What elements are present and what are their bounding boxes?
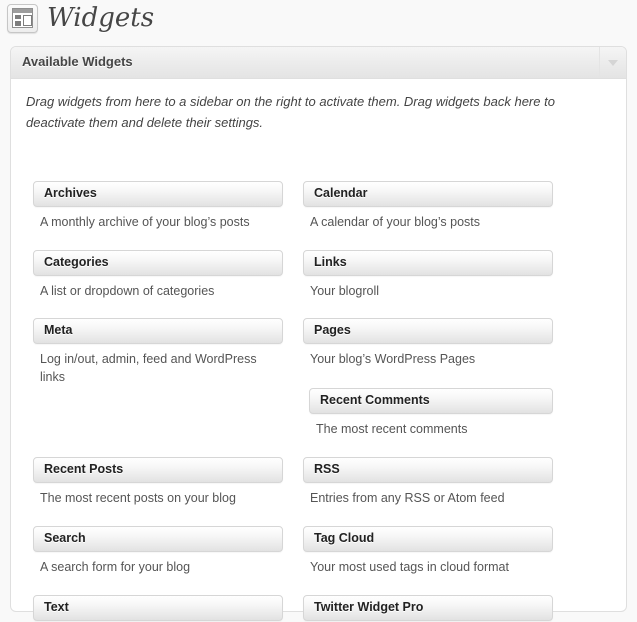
widget-drag-handle[interactable]: Calendar bbox=[303, 181, 553, 207]
widget-title: Tag Cloud bbox=[314, 531, 375, 545]
widget-card[interactable]: Links Your blogroll bbox=[303, 250, 553, 298]
widget-title: Links bbox=[314, 255, 347, 269]
widget-title: Recent Comments bbox=[320, 393, 430, 407]
widget-drag-handle[interactable]: Recent Comments bbox=[309, 388, 553, 414]
widget-card[interactable]: Calendar A calendar of your blog’s posts bbox=[303, 181, 553, 229]
widget-description: Log in/out, admin, feed and WordPress li… bbox=[40, 352, 257, 384]
widget-drag-handle[interactable]: Tag Cloud bbox=[303, 526, 553, 552]
widget-title: Calendar bbox=[314, 186, 368, 200]
widget-title: Search bbox=[44, 531, 86, 545]
widget-title: Recent Posts bbox=[44, 462, 124, 476]
widget-description: Your blogroll bbox=[310, 284, 380, 298]
widget-drag-handle[interactable]: Recent Posts bbox=[33, 457, 283, 483]
widget-description: The most recent posts on your blog bbox=[40, 491, 236, 505]
widget-title: RSS bbox=[314, 462, 340, 476]
widget-description: Entries from any RSS or Atom feed bbox=[310, 491, 505, 505]
widget-description: Your most used tags in cloud format bbox=[310, 560, 509, 574]
widget-description: A calendar of your blog’s posts bbox=[310, 215, 481, 229]
widget-card[interactable]: TextArbitrary text or HTML bbox=[33, 595, 283, 621]
widget-drag-handle[interactable]: RSS bbox=[303, 457, 553, 483]
widget-title: Archives bbox=[44, 186, 97, 200]
widget-card[interactable]: Archives A monthly archive of your blog’s… bbox=[33, 181, 283, 229]
widget-drag-handle[interactable]: Links bbox=[303, 250, 553, 276]
widget-card[interactable]: Meta Log in/out, admin, feed and WordPres… bbox=[33, 318, 283, 384]
widget-description: Your blog’s WordPress Pages bbox=[310, 352, 476, 366]
widget-description: A list or dropdown of categories bbox=[40, 284, 215, 298]
widget-title: Meta bbox=[44, 323, 73, 337]
widget-description: A search form for your blog bbox=[40, 560, 191, 574]
page-title: Widgets bbox=[47, 3, 155, 33]
widget-title: Pages bbox=[314, 323, 351, 337]
widget-drag-handle[interactable]: Meta bbox=[33, 318, 283, 344]
widget-card[interactable]: Categories A list or dropdown of categori… bbox=[33, 250, 283, 298]
widget-card[interactable]: Search A search form for your blog bbox=[33, 526, 283, 574]
widget-drag-handle[interactable]: Archives bbox=[33, 181, 283, 207]
widget-description: A monthly archive of your blog’s posts bbox=[40, 215, 250, 229]
widget-drag-handle[interactable]: Text bbox=[33, 595, 283, 621]
widgets-page: Widgets Available Widgets Drag widgets f… bbox=[0, 0, 637, 622]
available-widgets-panel: Available Widgets Drag widgets from here… bbox=[10, 46, 627, 621]
widget-list: Archives A monthly archive of your blog’s… bbox=[11, 47, 626, 621]
widget-drag-handle[interactable]: Categories bbox=[33, 250, 283, 276]
widget-card[interactable]: Tag Cloud Your most used tags in cloud fo… bbox=[303, 526, 553, 574]
widgets-layout-icon bbox=[7, 4, 38, 33]
widget-card[interactable]: Recent Comments The most recent comments bbox=[309, 388, 553, 436]
widget-title: Twitter Widget Pro bbox=[314, 600, 424, 614]
widget-title: Categories bbox=[44, 255, 109, 269]
widget-card[interactable]: RSS Entries from any RSS or Atom feed bbox=[303, 457, 553, 505]
widget-drag-handle[interactable]: Search bbox=[33, 526, 283, 552]
widget-drag-handle[interactable]: Pages bbox=[303, 318, 553, 344]
widget-description: The most recent comments bbox=[316, 422, 468, 436]
widget-card[interactable]: Pages Your blog’s WordPress Pages bbox=[303, 318, 553, 366]
widget-title: Text bbox=[44, 600, 69, 614]
widget-card[interactable]: Twitter Widget ProFollow a Twitter Feed bbox=[303, 595, 553, 621]
page-header: Widgets bbox=[0, 0, 637, 42]
widget-card[interactable]: Recent Posts The most recent posts on you… bbox=[33, 457, 283, 505]
widget-drag-handle[interactable]: Twitter Widget Pro bbox=[303, 595, 553, 621]
